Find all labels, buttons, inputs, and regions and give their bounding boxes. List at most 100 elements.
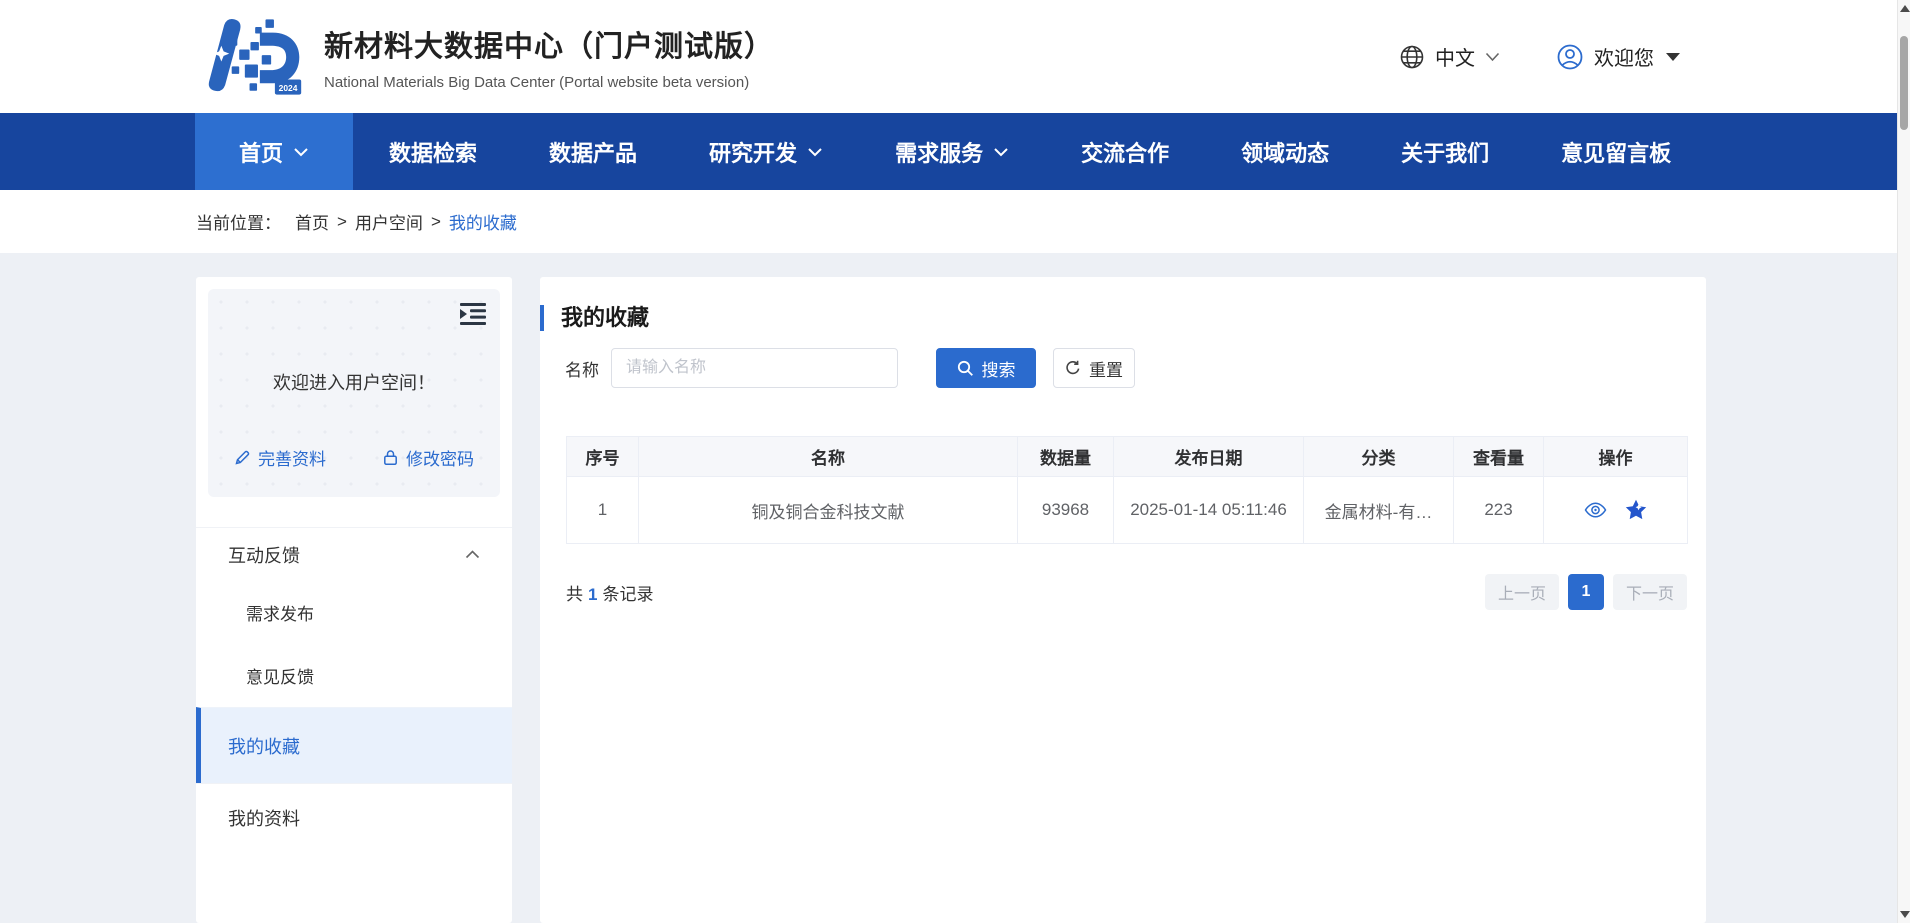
col-header-index: 序号 — [567, 437, 639, 477]
record-count: 共1 条记录 — [566, 580, 653, 605]
record-count-prefix: 共 — [566, 585, 583, 604]
view-button[interactable] — [1584, 501, 1607, 519]
caret-down-icon — [1666, 53, 1680, 61]
welcome-message: 欢迎进入用户空间！ — [208, 289, 500, 395]
next-page-button[interactable]: 下一页 — [1613, 574, 1687, 610]
sidebar-item-feedback-group[interactable]: 互动反馈 — [196, 527, 512, 581]
scroll-up-arrow-icon[interactable] — [1900, 5, 1910, 12]
scrollbar-thumb[interactable] — [1900, 36, 1908, 130]
edit-profile-link[interactable]: 完善资料 — [234, 445, 326, 470]
breadcrumb-home[interactable]: 首页 — [295, 209, 329, 234]
sidebar-item-demand-publish[interactable]: 需求发布 — [196, 581, 512, 644]
collapse-menu-icon[interactable] — [460, 303, 486, 325]
nav-label: 首页 — [239, 136, 283, 168]
prev-page-button[interactable]: 上一页 — [1485, 574, 1559, 610]
col-header-views: 查看量 — [1454, 437, 1544, 477]
nav-item-field-news[interactable]: 领域动态 — [1205, 113, 1365, 190]
site-subtitle: National Materials Big Data Center (Port… — [324, 74, 774, 91]
breadcrumb-prefix: 当前位置： — [196, 209, 281, 234]
sidebar-item-my-favorites[interactable]: 我的收藏 — [196, 707, 512, 783]
cell-actions — [1544, 477, 1688, 544]
cell-index: 1 — [567, 477, 639, 544]
nav-label: 研究开发 — [709, 136, 797, 168]
globe-icon — [1399, 44, 1425, 70]
col-header-data-volume: 数据量 — [1018, 437, 1114, 477]
nav-item-demand-services[interactable]: 需求服务 — [859, 113, 1045, 190]
top-header: 2024 新材料大数据中心（门户测试版） National Materials … — [0, 0, 1910, 113]
breadcrumb-separator: > — [337, 212, 347, 232]
menu-sub-label: 意见反馈 — [246, 663, 314, 688]
cell-views: 223 — [1454, 477, 1544, 544]
sidebar-item-my-profile[interactable]: 我的资料 — [196, 783, 512, 851]
star-icon — [1625, 499, 1647, 521]
star-button[interactable] — [1625, 499, 1647, 521]
language-switcher[interactable]: 中文 — [1399, 42, 1500, 71]
nav-label: 数据检索 — [389, 136, 477, 168]
nav-label: 需求服务 — [895, 136, 983, 168]
user-menu[interactable]: 欢迎您 — [1556, 42, 1680, 71]
sidebar-item-opinion-feedback[interactable]: 意见反馈 — [196, 644, 512, 707]
main-navbar: 首页 数据检索 数据产品 研究开发 需求服务 交流合作 领域动态 关于我们 意见… — [0, 113, 1910, 190]
edit-profile-label: 完善资料 — [258, 445, 326, 470]
user-welcome-card: 欢迎进入用户空间！ 完善资料 修改密码 — [208, 289, 500, 497]
nav-label: 意见留言板 — [1561, 136, 1671, 168]
content-area: 欢迎进入用户空间！ 完善资料 修改密码 — [0, 253, 1910, 923]
table-header-row: 序号 名称 数据量 发布日期 分类 查看量 操作 — [567, 437, 1688, 477]
table-footer: 共1条记录 上一页 1 下一页 — [566, 574, 1687, 610]
page-scrollbar[interactable] — [1897, 0, 1910, 923]
table-row: 1 铜及铜合金科技文献 93968 2025-01-14 05:11:46 金属… — [567, 477, 1688, 544]
menu-sub-label: 需求发布 — [246, 600, 314, 625]
col-header-category: 分类 — [1304, 437, 1454, 477]
nav-item-research[interactable]: 研究开发 — [673, 113, 859, 190]
scroll-down-arrow-icon[interactable] — [1900, 911, 1910, 918]
cell-publish-date: 2025-01-14 05:11:46 — [1114, 477, 1304, 544]
cell-category: 金属材料-有… — [1304, 477, 1454, 544]
menu-item-label: 我的收藏 — [228, 733, 300, 759]
nav-label: 领域动态 — [1241, 136, 1329, 168]
breadcrumb-user-space[interactable]: 用户空间 — [355, 209, 423, 234]
site-logo-icon: 2024 — [196, 13, 304, 101]
pencil-icon — [234, 449, 251, 466]
nav-item-about-us[interactable]: 关于我们 — [1365, 113, 1525, 190]
search-button[interactable]: 搜索 — [936, 348, 1036, 388]
name-field-label: 名称 — [565, 356, 599, 381]
cell-data-volume: 93968 — [1018, 477, 1114, 544]
menu-group-label: 互动反馈 — [228, 542, 300, 568]
name-search-input[interactable] — [611, 348, 898, 388]
record-count-value: 1 — [588, 585, 597, 604]
breadcrumb-current: 我的收藏 — [449, 209, 517, 234]
welcome-user-label: 欢迎您 — [1594, 42, 1654, 71]
nav-item-message-board[interactable]: 意见留言板 — [1525, 113, 1707, 190]
lock-icon — [382, 449, 399, 466]
cell-name: 铜及铜合金科技文献 — [639, 477, 1018, 544]
nav-item-cooperation[interactable]: 交流合作 — [1045, 113, 1205, 190]
chevron-down-icon — [1485, 52, 1500, 62]
col-header-publish-date: 发布日期 — [1114, 437, 1304, 477]
nav-item-data-products[interactable]: 数据产品 — [513, 113, 673, 190]
page-title: 我的收藏 — [540, 305, 1706, 331]
change-password-label: 修改密码 — [406, 445, 474, 470]
breadcrumb: 当前位置： 首页 > 用户空间 > 我的收藏 — [0, 190, 1910, 253]
logo-year: 2024 — [279, 82, 298, 92]
favorites-table: 序号 名称 数据量 发布日期 分类 查看量 操作 1 铜及铜合金科技文献 939… — [566, 436, 1688, 544]
change-password-link[interactable]: 修改密码 — [382, 445, 474, 470]
search-button-label: 搜索 — [982, 356, 1016, 381]
refresh-icon — [1065, 360, 1081, 376]
chevron-down-icon — [993, 147, 1009, 157]
nav-label: 关于我们 — [1401, 136, 1489, 168]
record-count-suffix: 条记录 — [602, 585, 653, 604]
chevron-up-icon — [465, 550, 480, 559]
page-number-1[interactable]: 1 — [1568, 574, 1604, 610]
user-circle-icon — [1556, 43, 1584, 71]
eye-icon — [1584, 501, 1607, 519]
site-title: 新材料大数据中心（门户测试版） — [324, 23, 774, 65]
sidebar: 欢迎进入用户空间！ 完善资料 修改密码 — [196, 277, 512, 923]
chevron-down-icon — [293, 147, 309, 157]
nav-item-home[interactable]: 首页 — [195, 113, 353, 190]
reset-button[interactable]: 重置 — [1053, 348, 1135, 388]
nav-item-data-search[interactable]: 数据检索 — [353, 113, 513, 190]
search-form: 名称 搜索 重置 — [565, 348, 1706, 388]
menu-item-label: 我的资料 — [228, 805, 300, 831]
chevron-down-icon — [807, 147, 823, 157]
nav-label: 数据产品 — [549, 136, 637, 168]
